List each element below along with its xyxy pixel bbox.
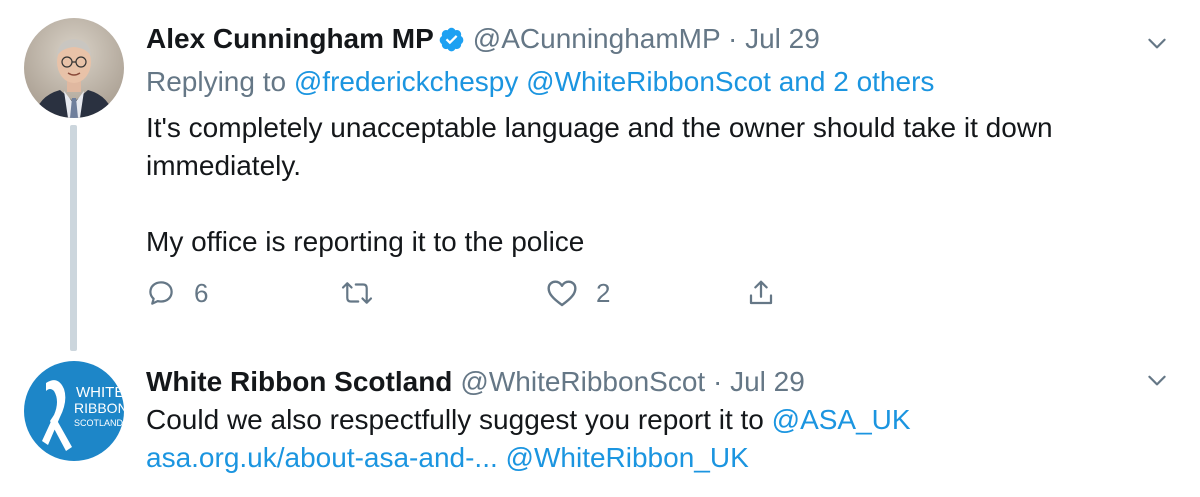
others-link[interactable]: and 2 others — [779, 66, 935, 97]
tweet-actions: 6 2 — [146, 268, 846, 318]
replying-to-label: Replying to — [146, 66, 294, 97]
user-handle[interactable]: @ACunninghamMP — [473, 23, 720, 54]
mention-frederickchespy[interactable]: @frederickchespy — [294, 66, 519, 97]
replying-to-line: Replying to @frederickchespy @WhiteRibbo… — [146, 63, 1140, 101]
heart-icon — [547, 280, 577, 307]
tweet-header: Alex Cunningham MP @ACunninghamMP · Jul 2… — [146, 20, 1140, 63]
separator-dot: · — [727, 23, 738, 54]
tweet-text: It's completely unacceptable language an… — [146, 112, 1053, 257]
thread-connector-line — [70, 125, 77, 351]
share-button[interactable] — [746, 268, 776, 318]
avatar-alex-cunningham[interactable] — [24, 18, 124, 118]
logo-text-scotland: SCOTLAND — [74, 418, 124, 428]
retweet-icon — [341, 282, 373, 304]
logo-text-ribbon: RIBBON — [74, 400, 124, 416]
tweet-text-body: Could we also respectfully suggest you r… — [146, 404, 772, 435]
display-name[interactable]: Alex Cunningham MP — [146, 23, 434, 54]
mention-asa-uk[interactable]: @ASA_UK — [772, 404, 911, 435]
tweet-date[interactable]: Jul 29 — [730, 366, 805, 397]
logo-text-white: WHITE — [76, 384, 124, 401]
url-link[interactable]: asa.org.uk/about-asa-and-... — [146, 442, 498, 473]
tweet-alex-cunningham[interactable]: Alex Cunningham MP @ACunninghamMP · Jul 2… — [0, 0, 1200, 351]
tweet-content: White Ribbon Scotland @WhiteRibbonScot · … — [146, 363, 1140, 477]
like-count: 2 — [596, 277, 611, 308]
tweet-date[interactable]: Jul 29 — [745, 23, 820, 54]
display-name[interactable]: White Ribbon Scotland — [146, 366, 452, 397]
tweet-content: Alex Cunningham MP @ACunninghamMP · Jul 2… — [146, 20, 1140, 261]
chevron-down-icon — [1148, 38, 1166, 49]
chevron-down-icon — [1148, 375, 1166, 386]
user-handle[interactable]: @WhiteRibbonScot — [460, 366, 705, 397]
white-ribbon-logo-avatar-icon: WHITE RIBBON SCOTLAND — [24, 361, 124, 461]
more-options-button[interactable] — [1144, 367, 1170, 393]
verified-badge-icon — [438, 25, 465, 63]
reply-count: 6 — [194, 277, 209, 308]
reply-icon — [149, 281, 173, 305]
retweet-button[interactable] — [340, 268, 392, 318]
more-options-button[interactable] — [1144, 30, 1170, 56]
separator-dot: · — [712, 366, 723, 397]
mention-whiteribbon-uk[interactable]: @WhiteRibbon_UK — [506, 442, 749, 473]
mention-whiteribbonscot[interactable]: @WhiteRibbonScot — [526, 66, 771, 97]
person-photo-avatar-icon — [24, 18, 124, 118]
like-button[interactable]: 2 — [546, 268, 610, 318]
share-icon — [749, 280, 773, 305]
reply-button[interactable]: 6 — [146, 268, 208, 318]
avatar-white-ribbon-scotland[interactable]: WHITE RIBBON SCOTLAND — [24, 361, 124, 461]
tweet-header: White Ribbon Scotland @WhiteRibbonScot · … — [146, 363, 1140, 401]
tweet-white-ribbon-scotland[interactable]: WHITE RIBBON SCOTLAND White Ribbon Scotl… — [0, 345, 1200, 497]
tweet-text: Could we also respectfully suggest you r… — [146, 401, 1140, 477]
